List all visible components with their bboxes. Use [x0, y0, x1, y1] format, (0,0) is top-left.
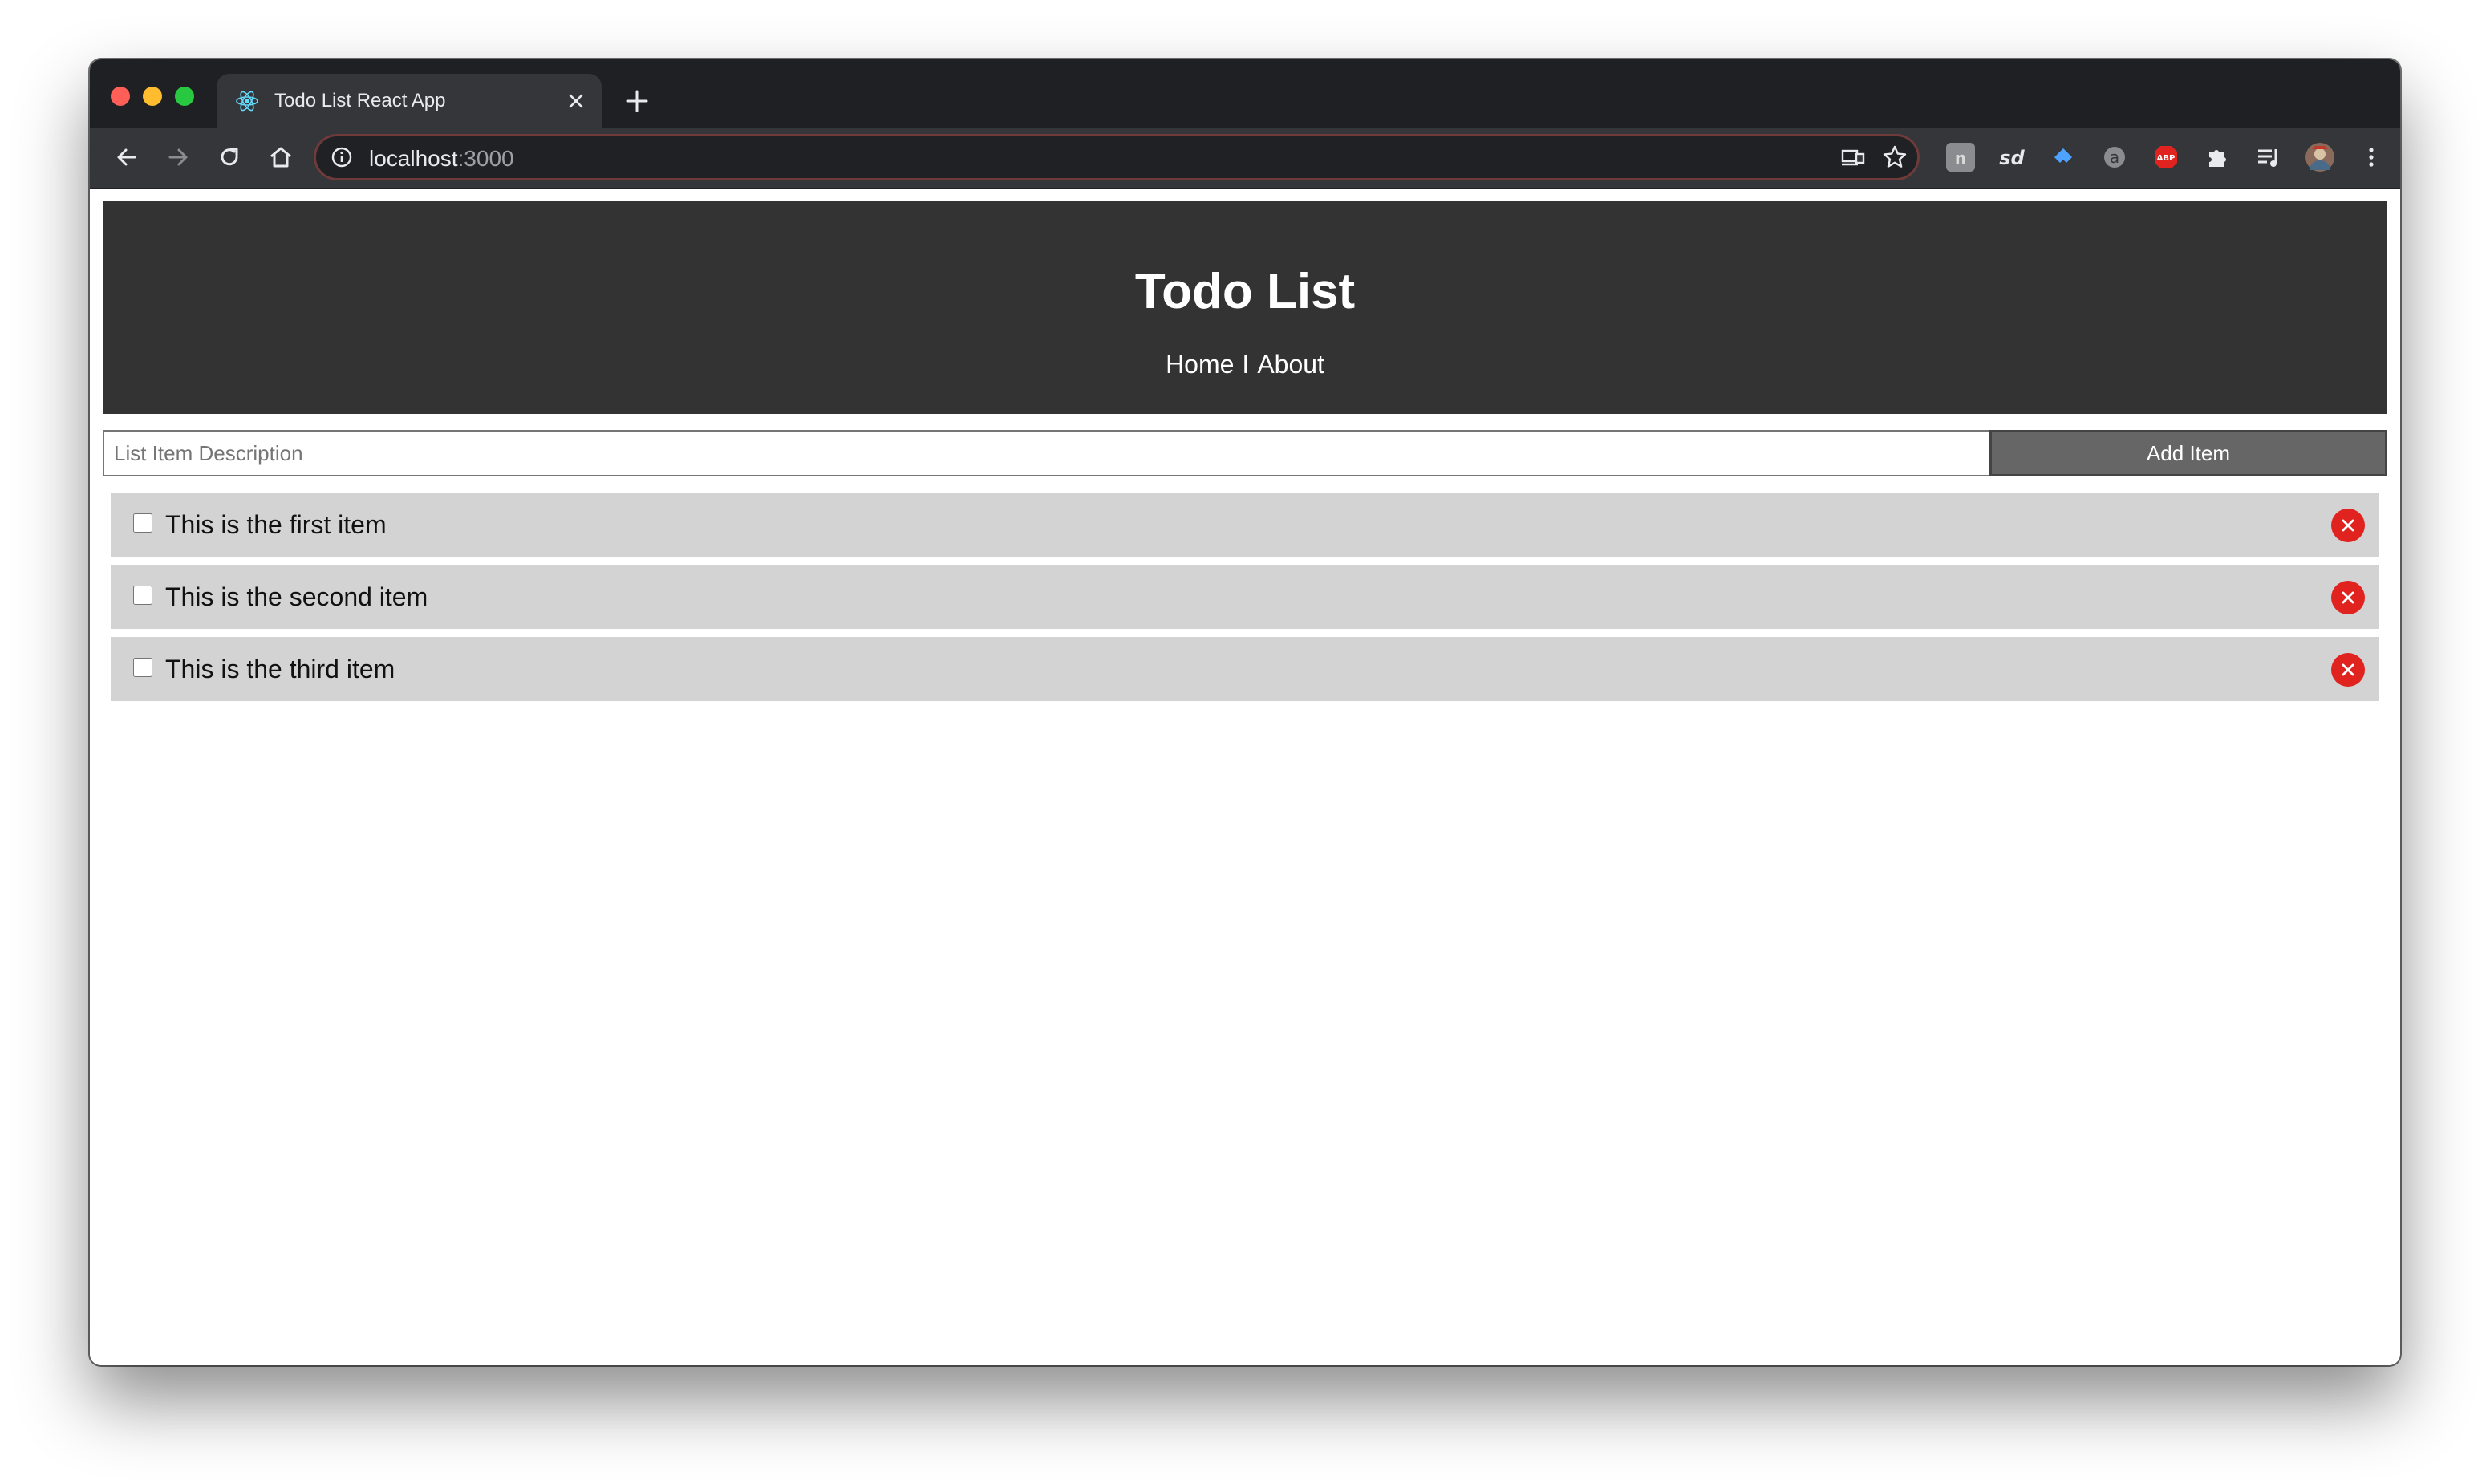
star-icon[interactable]: [1882, 144, 1908, 170]
close-icon[interactable]: [565, 90, 587, 112]
delete-x-icon: [2342, 519, 2354, 532]
plus-icon[interactable]: [622, 87, 651, 116]
media-icon[interactable]: [2254, 143, 2283, 172]
list-item: This is the second item: [111, 565, 2379, 629]
minimize-window-button[interactable]: [143, 87, 162, 106]
extension-a-icon[interactable]: a: [2100, 143, 2129, 172]
extension-blue-icon[interactable]: [2049, 143, 2078, 172]
item-checkbox[interactable]: [133, 586, 152, 605]
list-item: This is the first item: [111, 493, 2379, 557]
item-label: This is the second item: [165, 582, 428, 611]
back-arrow-icon[interactable]: [112, 143, 141, 172]
browser-toolbar: localhost:3000 n sd a ABP: [90, 128, 2400, 189]
svg-text:sd: sd: [1999, 147, 2025, 169]
item-description-input[interactable]: [103, 430, 1989, 476]
delete-x-icon: [2342, 663, 2354, 676]
item-checkbox[interactable]: [133, 658, 152, 677]
nav-home-link[interactable]: Home: [1166, 350, 1234, 379]
extensions-icon[interactable]: [2203, 143, 2232, 172]
address-bar[interactable]: localhost:3000: [316, 136, 1917, 178]
main-nav: Home I About: [103, 348, 2387, 380]
delete-item-button[interactable]: [2331, 653, 2365, 687]
add-item-button[interactable]: Add Item: [1989, 430, 2387, 476]
profile-avatar[interactable]: [2305, 143, 2334, 172]
home-icon[interactable]: [266, 143, 295, 172]
kebab-menu-icon[interactable]: [2357, 143, 2386, 172]
close-window-button[interactable]: [111, 87, 130, 106]
url-text: localhost:3000: [369, 146, 514, 172]
svg-text:a: a: [2110, 148, 2119, 167]
todo-list: This is the first item This is the secon…: [111, 493, 2379, 709]
page-title: Todo List: [1134, 264, 1356, 319]
browser-window: Todo List React App localhost:3000 n sd …: [90, 59, 2400, 1365]
app-header: Todo List Home I About: [103, 201, 2387, 414]
forward-arrow-icon[interactable]: [164, 143, 193, 172]
url-port: :3000: [457, 146, 514, 171]
extension-n-icon[interactable]: n: [1946, 143, 1975, 172]
delete-x-icon: [2342, 591, 2354, 604]
nav-about-link[interactable]: About: [1257, 350, 1324, 379]
browser-tab[interactable]: Todo List React App: [217, 74, 602, 128]
page-content: Todo List Home IAbout Add Item This is th…: [90, 189, 2400, 1365]
item-checkbox[interactable]: [133, 513, 152, 533]
adblock-icon[interactable]: ABP: [2151, 143, 2180, 172]
maximize-window-button[interactable]: [175, 87, 194, 106]
delete-item-button[interactable]: [2331, 509, 2365, 542]
info-icon[interactable]: [331, 146, 353, 168]
delete-item-button[interactable]: [2331, 581, 2365, 614]
item-label: This is the first item: [165, 510, 387, 539]
tab-strip: Todo List React App: [90, 59, 2400, 128]
reload-icon[interactable]: [215, 143, 244, 172]
react-favicon-icon: [234, 88, 260, 114]
url-host: localhost: [369, 146, 458, 171]
cast-icon[interactable]: [1840, 144, 1866, 170]
add-item-form: Add Item: [103, 430, 2387, 476]
list-item: This is the third item: [111, 637, 2379, 701]
nav-separator: I: [1242, 350, 1250, 379]
extension-sd-icon[interactable]: sd: [1997, 143, 2026, 172]
item-label: This is the third item: [165, 655, 395, 683]
tab-title: Todo List React App: [274, 90, 446, 112]
svg-text:ABP: ABP: [2157, 154, 2176, 163]
svg-text:n: n: [1955, 148, 1966, 168]
